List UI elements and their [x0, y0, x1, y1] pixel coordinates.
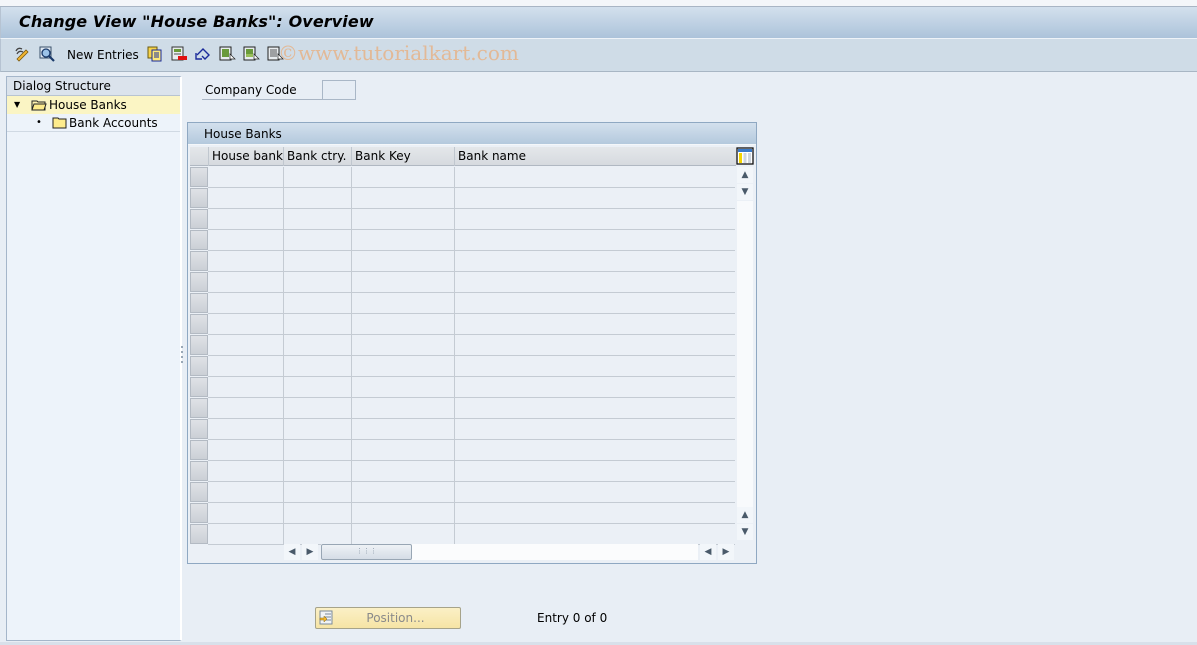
bullet-icon: • — [36, 117, 42, 128]
table-row — [208, 271, 735, 272]
row-selector[interactable] — [190, 398, 208, 418]
row-selector[interactable] — [190, 419, 208, 439]
row-selector[interactable] — [190, 251, 208, 271]
new-entries-button[interactable]: New Entries — [67, 48, 139, 62]
column-divider — [283, 167, 284, 545]
table-row — [208, 355, 735, 356]
watermark: ©www.tutorialkart.com — [278, 41, 519, 65]
panel-splitter-handle[interactable] — [181, 345, 184, 367]
column-header-bank-key[interactable]: Bank Key — [351, 147, 454, 166]
row-selector[interactable] — [190, 335, 208, 355]
table-row — [208, 208, 735, 209]
scroll-far-right-button[interactable]: ▶ — [718, 544, 734, 560]
row-selector[interactable] — [190, 440, 208, 460]
vertical-scrollbar-track[interactable] — [737, 201, 753, 507]
tree-item-bank-accounts[interactable]: • Bank Accounts — [7, 114, 180, 132]
column-divider — [351, 167, 352, 545]
page-title: Change View "House Banks": Overview — [19, 12, 374, 31]
dialog-structure-header: Dialog Structure — [7, 77, 180, 96]
tree-item-label: House Banks — [49, 98, 127, 112]
table-row — [208, 418, 735, 419]
expand-arrow-icon[interactable]: ▼ — [14, 96, 20, 114]
table-row — [208, 250, 735, 251]
column-header-house-bank[interactable]: House bank — [208, 147, 283, 166]
entry-count: Entry 0 of 0 — [537, 611, 608, 625]
horizontal-scrollbar-thumb[interactable]: ⋮⋮⋮ — [321, 544, 412, 560]
row-selector[interactable] — [190, 188, 208, 208]
table-row — [208, 376, 735, 377]
table-row — [208, 439, 735, 440]
open-folder-icon — [31, 98, 47, 111]
details-icon[interactable] — [38, 45, 56, 63]
row-selector[interactable] — [190, 377, 208, 397]
scroll-left-button[interactable]: ◀ — [284, 544, 300, 560]
table-title: House Banks — [188, 123, 756, 145]
table-row — [208, 397, 735, 398]
company-code-input[interactable] — [322, 80, 356, 100]
select-all-rows-cell[interactable] — [190, 147, 208, 166]
select-all-icon[interactable] — [218, 45, 236, 63]
row-selector[interactable] — [190, 461, 208, 481]
scroll-right-button[interactable]: ▶ — [302, 544, 318, 560]
table-settings-icon[interactable] — [736, 147, 754, 165]
table-row — [208, 481, 735, 482]
row-selector[interactable] — [190, 167, 208, 187]
folder-icon — [52, 116, 67, 129]
table-row — [208, 334, 735, 335]
select-block-icon[interactable] — [242, 45, 260, 63]
window-top-border — [0, 0, 1197, 7]
row-selector[interactable] — [190, 356, 208, 376]
deselect-all-icon[interactable] — [266, 45, 284, 63]
copy-as-icon[interactable] — [146, 45, 164, 63]
row-selector[interactable] — [190, 482, 208, 502]
undo-change-icon[interactable] — [194, 45, 212, 63]
company-code-label: Company Code — [202, 80, 322, 100]
table-row — [208, 313, 735, 314]
scroll-down-button[interactable]: ▼ — [737, 184, 753, 200]
tree-item-house-banks[interactable]: ▼ House Banks — [7, 96, 180, 114]
table-row — [208, 292, 735, 293]
row-selector[interactable] — [190, 293, 208, 313]
scroll-up-button[interactable]: ▲ — [737, 167, 753, 183]
title-bar: Change View "House Banks": Overview — [0, 7, 1197, 38]
row-selector[interactable] — [190, 314, 208, 334]
row-selector[interactable] — [190, 524, 208, 544]
tree-item-label: Bank Accounts — [69, 116, 158, 130]
row-selector[interactable] — [190, 230, 208, 250]
delete-icon[interactable] — [170, 45, 188, 63]
row-selector[interactable] — [190, 209, 208, 229]
column-header-bank-name[interactable]: Bank name — [454, 147, 736, 166]
column-header-bank-country[interactable]: Bank ctry. — [283, 147, 351, 166]
row-selector[interactable] — [190, 272, 208, 292]
display-change-icon[interactable] — [14, 45, 32, 63]
column-divider — [454, 167, 455, 545]
table-row — [208, 502, 735, 503]
application-toolbar: New Entries ©www.tutorialkart.com — [0, 38, 1197, 72]
table-row — [208, 187, 735, 188]
row-selector[interactable] — [190, 503, 208, 523]
table-row — [208, 229, 735, 230]
position-button[interactable]: Position... — [315, 607, 461, 629]
house-banks-table: House Banks House bank Bank ctry. Bank K… — [187, 122, 757, 564]
scroll-page-down-button[interactable]: ▼ — [737, 524, 753, 540]
position-button-label: Position... — [366, 611, 425, 625]
scroll-page-up-button[interactable]: ▲ — [737, 507, 753, 523]
table-header-row: House bank Bank ctry. Bank Key Bank name — [190, 147, 736, 166]
dialog-structure-panel: Dialog Structure ▼ House Banks • Bank Ac… — [6, 76, 182, 641]
table-row — [208, 460, 735, 461]
table-row — [208, 523, 735, 524]
scroll-far-left-button[interactable]: ◀ — [700, 544, 716, 560]
